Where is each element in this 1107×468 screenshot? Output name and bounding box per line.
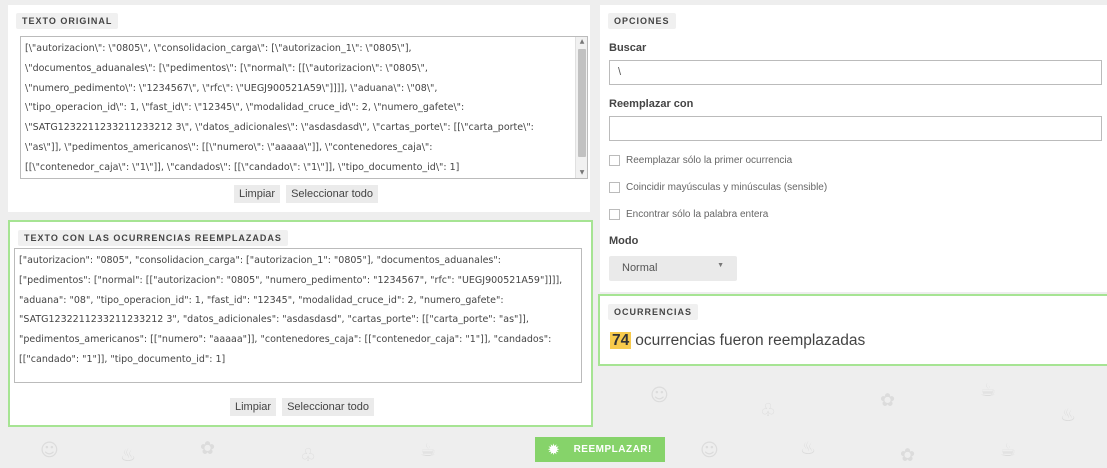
mode-label: Modo <box>609 235 639 247</box>
replace-button-label: REEMPLAZAR! <box>573 444 652 455</box>
text-line: [\"autorizacion\": \"0805\", \"consolida… <box>25 43 412 54</box>
checkbox-label: Coincidir mayúsculas y minúsculas (sensi… <box>626 182 828 193</box>
text-line: "pedimentos_americanos": [["numero": "aa… <box>19 334 552 346</box>
clear-original-button[interactable]: Limpiar <box>234 185 281 203</box>
occurrences-title: OCURRENCIAS <box>608 304 699 320</box>
occurrences-summary: 74 ocurrencias fueron reemplazadas <box>610 332 865 350</box>
checkbox-label: Reemplazar sólo la primer ocurrencia <box>626 155 793 166</box>
options-title: OPCIONES <box>608 13 676 29</box>
first-occurrence-checkbox[interactable]: Reemplazar sólo la primer ocurrencia <box>609 155 792 166</box>
scroll-down-icon[interactable]: ▼ <box>576 168 587 178</box>
case-sensitive-checkbox[interactable]: Coincidir mayúsculas y minúsculas (sensi… <box>609 182 827 193</box>
result-text-title: TEXTO CON LAS OCURRENCIAS REEMPLAZADAS <box>18 230 288 246</box>
text-line: "SATG1232211233211233212 3", "datos_adic… <box>19 314 529 326</box>
clear-result-button[interactable]: Limpiar <box>230 398 277 416</box>
result-text-output[interactable]: ["autorizacion": "0805", "consolidacion_… <box>14 248 582 383</box>
original-text-panel: TEXTO ORIGINAL [\"autorizacion\": \"0805… <box>8 5 590 212</box>
text-line: \"numero_pedimento\": \"1234567\", \"rfc… <box>25 82 438 94</box>
scroll-up-icon[interactable]: ▲ <box>576 37 587 47</box>
replace-label: Reemplazar con <box>609 98 694 110</box>
select-all-result-button[interactable]: Seleccionar todo <box>282 398 375 416</box>
text-line: \"SATG1232211233211233212 3\", \"datos_a… <box>25 122 534 134</box>
text-line: "aduana": "08", "tipo_operacion_id": 1, … <box>19 294 504 306</box>
result-text-panel: TEXTO CON LAS OCURRENCIAS REEMPLAZADAS [… <box>8 220 593 427</box>
mode-select[interactable]: Normal ▼ <box>609 256 737 281</box>
text-line: [[\"contenedor_caja\": \"1\"]], \"candad… <box>25 161 460 173</box>
occurrences-count: 74 <box>610 332 632 349</box>
checkbox-box[interactable] <box>609 209 620 220</box>
text-line: ["autorizacion": "0805", "consolidacion_… <box>19 255 501 266</box>
original-text-title: TEXTO ORIGINAL <box>16 13 119 29</box>
replace-input[interactable] <box>609 116 1102 141</box>
checkbox-label: Encontrar sólo la palabra entera <box>626 209 769 220</box>
mode-value: Normal <box>622 262 658 274</box>
text-line: \"documentos_aduanales\": [\"pedimentos\… <box>25 62 428 74</box>
gear-icon: ✹ <box>548 441 560 457</box>
replace-button[interactable]: ✹ REEMPLAZAR! <box>535 437 665 462</box>
checkbox-box[interactable] <box>609 155 620 166</box>
options-panel: OPCIONES Buscar \ Reemplazar con Reempla… <box>600 5 1107 292</box>
chevron-down-icon: ▼ <box>717 262 724 269</box>
text-line: ["pedimentos": ["normal": [["autorizacio… <box>19 274 563 286</box>
text-line: \"tipo_operacion_id\": 1, \"fast_id\": \… <box>25 102 465 114</box>
original-text-input[interactable]: [\"autorizacion\": \"0805\", \"consolida… <box>20 36 588 179</box>
text-line: \"as\"]], \"pedimentos_americanos\": [[\… <box>25 141 433 153</box>
vertical-scrollbar[interactable]: ▲ ▼ <box>575 37 587 178</box>
whole-word-checkbox[interactable]: Encontrar sólo la palabra entera <box>609 209 768 220</box>
checkbox-box[interactable] <box>609 182 620 193</box>
search-label: Buscar <box>609 42 647 54</box>
text-line: [["candado": "1"]], "tipo_documento_id":… <box>19 353 226 365</box>
search-input[interactable]: \ <box>609 60 1102 85</box>
occurrences-panel: OCURRENCIAS 74 ocurrencias fueron reempla… <box>598 294 1107 366</box>
select-all-original-button[interactable]: Seleccionar todo <box>286 185 379 203</box>
scrollbar-thumb[interactable] <box>578 49 586 157</box>
occurrences-text: ocurrencias fueron reemplazadas <box>635 332 866 349</box>
